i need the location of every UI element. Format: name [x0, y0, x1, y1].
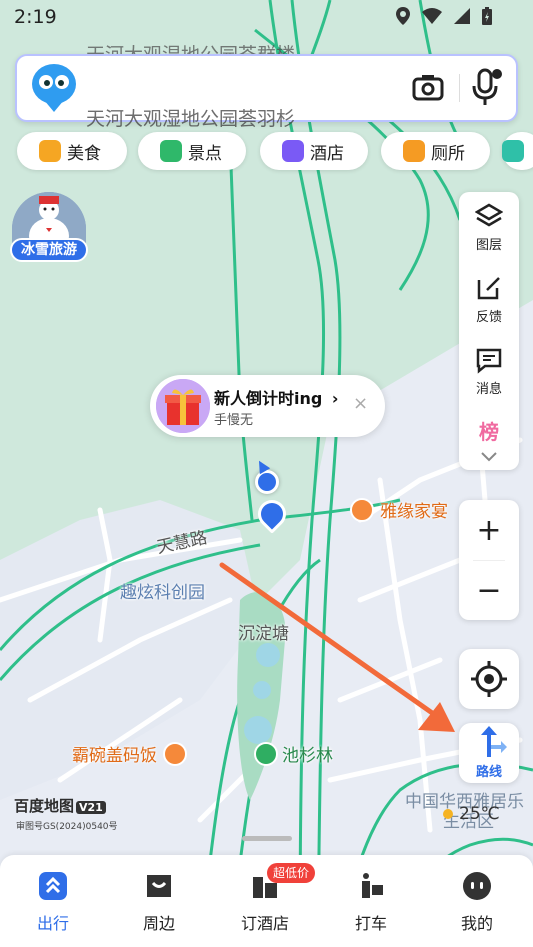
taxi-icon — [362, 873, 383, 898]
locate-button[interactable] — [459, 649, 519, 709]
baidu-map-logo: 百度地图 V21 — [14, 795, 106, 816]
restaurant-pin-icon — [350, 497, 374, 522]
location-status-icon — [396, 7, 410, 25]
chip-food[interactable]: 美食 — [17, 132, 127, 170]
poi-label-text: 池杉林 — [282, 746, 333, 766]
close-icon[interactable]: × — [353, 393, 368, 414]
layers-button[interactable]: 图层 — [459, 192, 519, 258]
tab-label: 我的 — [460, 914, 493, 933]
restaurant-pin-icon — [163, 741, 187, 766]
travel-icon — [39, 872, 67, 900]
area-label[interactable]: 趣炫科创园 — [120, 578, 205, 603]
search-hint[interactable]: 天河大观湿地公园荟羽杉 — [86, 104, 295, 131]
route-label: 路线 — [475, 765, 502, 780]
chevron-right-icon: › — [331, 389, 339, 408]
tab-taxi[interactable]: 打车 — [318, 855, 424, 947]
tab-label: 订酒店 — [240, 914, 289, 933]
search-divider — [459, 74, 460, 102]
scenic-icon — [160, 140, 182, 162]
poi-label-text: 霸碗盖码饭 — [72, 746, 157, 766]
tab-nearby[interactable]: 周边 — [106, 855, 212, 947]
zoom-control: + − — [459, 500, 519, 620]
ranking-icon: 榜 — [479, 420, 499, 444]
popup-subtitle: 手慢无 — [214, 413, 254, 428]
status-icons — [395, 6, 493, 26]
toilet-icon — [403, 140, 425, 162]
route-arrow-icon — [481, 726, 507, 757]
ranking-button[interactable]: 榜 — [459, 408, 519, 448]
message-label: 消息 — [475, 382, 502, 397]
crosshair-icon — [471, 661, 507, 697]
category-chips: 美食 景点 酒店 厕所 — [0, 132, 533, 172]
status-bar: 2:19 — [0, 0, 533, 36]
wifi-icon — [422, 8, 442, 24]
place-label[interactable]: 沉淀塘 — [238, 619, 289, 644]
chip-scenic[interactable]: 景点 — [138, 132, 246, 170]
chevron-down-icon[interactable] — [480, 451, 498, 463]
map-poi-restaurant-2[interactable]: 霸碗盖码饭 — [72, 741, 187, 766]
feedback-button[interactable]: 反馈 — [459, 264, 519, 330]
map-tool-panel: 图层 反馈 消息 榜 — [459, 192, 519, 470]
route-button[interactable]: 路线 — [459, 723, 519, 783]
map-approval-number: 审图号GS(2024)0540号 — [16, 822, 118, 832]
tree-pin-icon — [254, 741, 278, 766]
chip-label: 美食 — [67, 143, 101, 164]
tab-label: 周边 — [142, 914, 175, 933]
chip-label: 景点 — [188, 143, 222, 164]
home-indicator — [242, 836, 292, 841]
map-poi-restaurant[interactable]: 雅缘家宴 — [350, 497, 448, 522]
poi-label-text: 雅缘家宴 — [380, 502, 448, 522]
profile-icon — [463, 872, 491, 900]
low-price-badge: 超低价 — [267, 863, 316, 883]
new-user-popup[interactable]: 新人倒计时ing › 手慢无 × — [150, 375, 385, 437]
weather-widget[interactable]: 25℃ — [440, 804, 500, 824]
food-icon — [39, 140, 61, 162]
snow-tourism-label: 冰雪旅游 — [10, 238, 88, 262]
chip-toilet[interactable]: 厕所 — [381, 132, 490, 170]
layers-label: 图层 — [475, 238, 502, 253]
hotel-icon — [282, 140, 304, 162]
version-badge: V21 — [76, 801, 106, 814]
tab-travel[interactable]: 出行 — [0, 855, 106, 947]
chip-label: 厕所 — [431, 143, 465, 164]
weather-temp: 25℃ — [459, 804, 500, 824]
signal-icon — [454, 8, 470, 24]
chip-hotel[interactable]: 酒店 — [260, 132, 368, 170]
tab-label: 出行 — [36, 914, 69, 933]
message-icon — [476, 348, 502, 374]
microphone-icon[interactable] — [468, 66, 504, 108]
snow-tourism-badge[interactable]: 冰雪旅游 — [10, 192, 88, 268]
gift-icon — [156, 379, 210, 433]
popup-title-text: 新人倒计时ing — [214, 389, 323, 408]
nearby-icon — [147, 875, 171, 897]
zoom-out-button[interactable]: − — [459, 560, 519, 620]
camera-icon[interactable] — [408, 70, 448, 106]
feedback-label: 反馈 — [475, 310, 502, 325]
message-button[interactable]: 消息 — [459, 336, 519, 402]
bottom-tab-bar: 出行 周边 订酒店 打车 我的 — [0, 855, 533, 947]
status-time: 2:19 — [14, 6, 57, 28]
feedback-icon — [477, 277, 500, 300]
tab-label: 打车 — [354, 914, 387, 933]
layers-icon — [475, 203, 503, 227]
sun-icon — [443, 809, 453, 819]
logo-text: 百度地图 — [14, 797, 75, 815]
zoom-in-button[interactable]: + — [459, 500, 519, 560]
map-poi-park[interactable]: 池杉林 — [254, 741, 333, 766]
chip-more[interactable] — [502, 132, 533, 170]
battery-icon — [482, 7, 492, 25]
tab-profile[interactable]: 我的 — [424, 855, 530, 947]
more-category-icon — [502, 140, 524, 162]
popup-title: 新人倒计时ing › — [214, 385, 339, 409]
mascot-icon[interactable] — [30, 62, 78, 114]
chip-label: 酒店 — [310, 143, 344, 164]
